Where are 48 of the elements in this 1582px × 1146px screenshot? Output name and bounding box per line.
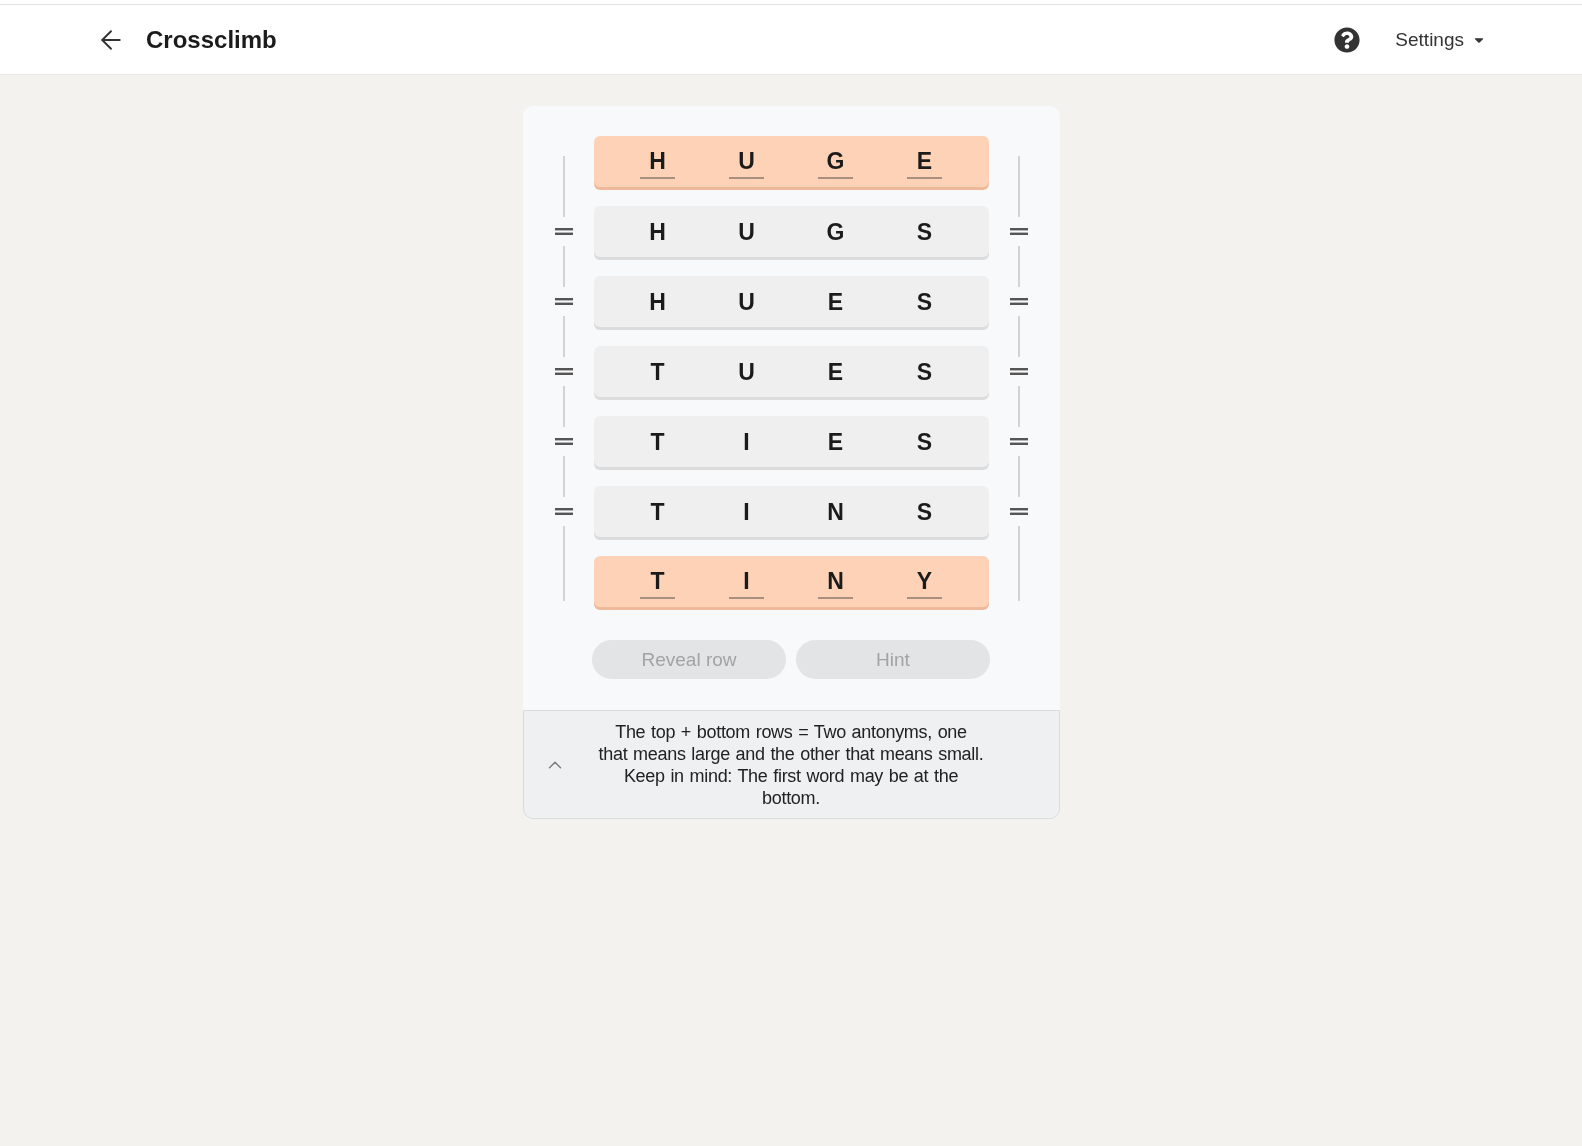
tile-letter: E — [826, 357, 845, 386]
help-button[interactable] — [1334, 26, 1361, 53]
tile-letter: U — [737, 287, 756, 316]
tile-letter: U — [737, 357, 756, 386]
tile-letter: T — [640, 566, 675, 599]
drag-handle-icon[interactable] — [1009, 437, 1028, 445]
drag-handle-icon[interactable] — [1009, 367, 1028, 375]
tile-letter: E — [826, 427, 845, 456]
tile-letter: G — [825, 217, 846, 246]
tile-letter: S — [915, 357, 934, 386]
tile-letter: N — [826, 497, 845, 526]
drag-handle-icon[interactable] — [554, 367, 573, 375]
tile-letter: I — [729, 566, 764, 599]
tile-letter: H — [648, 217, 667, 246]
word-row[interactable]: H U E S — [593, 276, 989, 327]
word-row[interactable]: T I E S — [593, 416, 989, 467]
tile-letter: S — [915, 217, 934, 246]
tile-letter: T — [649, 497, 666, 526]
drag-handle-icon[interactable] — [1009, 507, 1028, 515]
drag-handle-icon[interactable] — [554, 297, 573, 305]
settings-dropdown[interactable]: Settings — [1395, 28, 1486, 51]
tile-letter: T — [649, 357, 666, 386]
tile-letter: I — [742, 427, 751, 456]
word-row[interactable]: T U E S — [593, 346, 989, 397]
drag-handle-icon[interactable] — [554, 227, 573, 235]
tile-letter: N — [818, 566, 853, 599]
tile-letter: G — [818, 146, 853, 179]
tile-letter: H — [640, 146, 675, 179]
tile-letter: S — [915, 287, 934, 316]
drag-handle-icon[interactable] — [554, 507, 573, 515]
word-row[interactable]: H U G S — [593, 206, 989, 257]
tile-letter: I — [742, 497, 751, 526]
tile-letter: E — [907, 146, 942, 179]
tile-letter: S — [915, 427, 934, 456]
help-icon — [1334, 26, 1361, 53]
drag-handle-icon[interactable] — [554, 437, 573, 445]
drag-handle-icon[interactable] — [1009, 227, 1028, 235]
page-title: Crossclimb — [146, 25, 277, 54]
clue-text: The top + bottom rows = Two antonyms, one that means large and the other that means small. Keep in mind: The first word may be at the bottom. — [598, 721, 984, 809]
tile-letter: S — [915, 497, 934, 526]
tile-letter: H — [648, 287, 667, 316]
tile-letter: U — [729, 146, 764, 179]
word-row[interactable]: T I N S — [593, 486, 989, 537]
tile-letter: E — [826, 287, 845, 316]
tile-letter: U — [737, 217, 756, 246]
drag-handle-icon[interactable] — [1009, 297, 1028, 305]
tile-letter: Y — [907, 566, 942, 599]
tile-letter: T — [649, 427, 666, 456]
